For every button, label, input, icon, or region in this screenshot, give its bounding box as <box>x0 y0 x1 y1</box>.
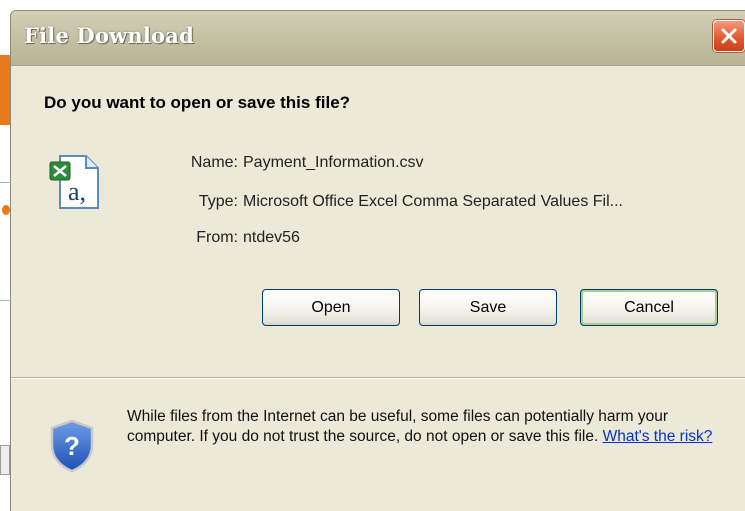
dialog-title: File Download <box>24 23 194 48</box>
svg-text:?: ? <box>64 431 80 461</box>
excel-csv-file-icon: a, <box>49 155 99 209</box>
close-button[interactable] <box>713 20 745 52</box>
title-bar[interactable]: File Download <box>11 11 745 66</box>
type-label: Type: <box>198 193 238 210</box>
dialog-question: Do you want to open or save this file? <box>44 93 351 112</box>
whats-the-risk-link[interactable]: What's the risk? <box>603 428 713 445</box>
warning-text: While files from the Internet can be use… <box>127 408 669 445</box>
background-bullet <box>2 205 10 215</box>
screen: File Download Do you want to open or sav… <box>0 0 745 511</box>
background-input-fragment <box>0 445 10 475</box>
file-type-value: Microsoft Office Excel Comma Separated V… <box>243 193 623 210</box>
save-button[interactable]: Save <box>419 289 557 326</box>
background-divider <box>0 182 10 183</box>
background-divider <box>0 300 10 301</box>
svg-text:a,: a, <box>68 177 86 206</box>
background-page-fragment <box>0 55 10 125</box>
security-shield-question-icon: ? <box>50 419 94 473</box>
name-label: Name: <box>190 154 238 171</box>
cancel-button[interactable]: Cancel <box>580 289 718 326</box>
dialog-divider <box>11 377 745 379</box>
file-source-value: ntdev56 <box>243 229 300 246</box>
file-name-value: Payment_Information.csv <box>243 154 424 171</box>
from-label: From: <box>196 229 238 246</box>
security-warning: While files from the Internet can be use… <box>127 407 727 447</box>
open-button[interactable]: Open <box>262 289 400 326</box>
file-download-dialog: File Download Do you want to open or sav… <box>10 10 745 511</box>
close-icon <box>721 28 737 44</box>
